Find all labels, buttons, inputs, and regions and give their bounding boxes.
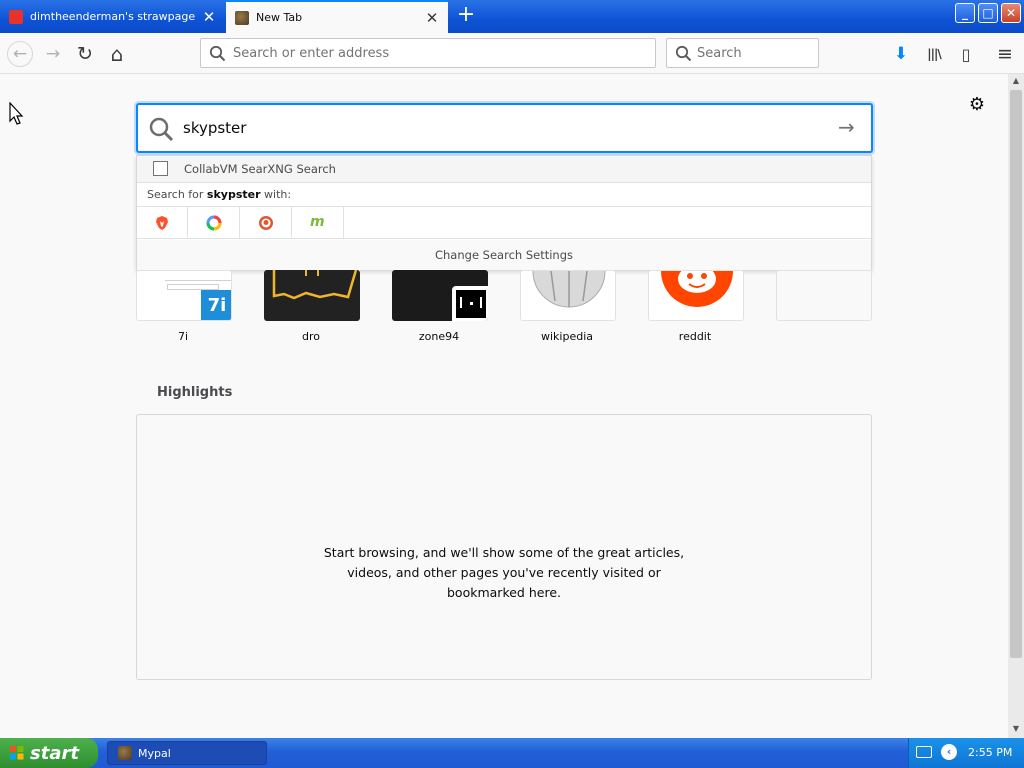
scroll-down-arrow-icon[interactable]: ▼: [1010, 724, 1022, 736]
search-for-suffix: with:: [260, 188, 292, 201]
mypal-favicon-icon: [235, 10, 249, 25]
windows-logo-icon: [10, 746, 24, 760]
minimize-button[interactable]: _: [955, 3, 975, 23]
new-tab-button[interactable]: +: [455, 4, 477, 27]
duckduckgo-icon: [259, 216, 273, 230]
top-site-label: zone94: [418, 330, 460, 343]
engine-duckduckgo-button[interactable]: [240, 207, 292, 239]
change-search-settings-button[interactable]: Change Search Settings: [137, 240, 871, 270]
engine-qwant-button[interactable]: [188, 207, 240, 239]
maximize-button[interactable]: □: [978, 3, 998, 23]
start-button[interactable]: start: [0, 738, 98, 768]
brave-icon: [156, 216, 168, 230]
top-site-dro[interactable]: [264, 270, 360, 321]
top-site-label: reddit: [678, 330, 712, 343]
qwant-icon: [206, 215, 222, 231]
engine-mojeek-button[interactable]: m: [292, 207, 344, 239]
settings-gear-icon[interactable]: ⚙: [966, 94, 988, 116]
highlights-message-line: videos, and other pages you've recently …: [347, 565, 661, 580]
scroll-up-arrow-icon[interactable]: ▲: [1010, 76, 1022, 88]
top-site-empty[interactable]: [776, 270, 872, 321]
start-label: start: [30, 742, 79, 764]
search-engines-row: m: [137, 206, 871, 239]
search-icon: [209, 45, 226, 62]
downloads-button[interactable]: ⬇: [890, 43, 912, 65]
wikipedia-globe-icon: [532, 271, 606, 308]
close-window-button[interactable]: ✕: [1001, 3, 1021, 23]
taskbar-window-mypal[interactable]: Mypal: [107, 741, 267, 765]
forward-button[interactable]: →: [42, 43, 64, 65]
top-site-reddit[interactable]: [648, 270, 744, 321]
top-site-7i[interactable]: 7i: [136, 270, 232, 321]
search-icon: [675, 45, 692, 62]
tab-title: dimtheenderman's strawpage: [30, 10, 196, 23]
highlights-empty-message: Start browsing, and we'll show some of t…: [137, 543, 871, 603]
search-for-query: skypster: [206, 188, 261, 201]
back-button[interactable]: ←: [7, 41, 33, 67]
search-query-text: skypster: [183, 119, 247, 137]
highlights-panel: Start browsing, and we'll show some of t…: [136, 414, 872, 680]
taskbar-window-label: Mypal: [138, 746, 171, 760]
top-site-wikipedia[interactable]: [520, 270, 616, 321]
reload-button[interactable]: ↻: [74, 43, 96, 65]
tab-title: New Tab: [256, 11, 303, 24]
newtab-search-box[interactable]: skypster →: [136, 103, 873, 153]
keyboard-icon[interactable]: [916, 746, 932, 758]
sidebar-button[interactable]: ▯: [955, 43, 977, 65]
mojeek-icon: m: [310, 214, 325, 230]
close-tab-icon[interactable]: ✕: [201, 8, 217, 26]
suggestion-row[interactable]: CollabVM SearXNG Search: [137, 156, 871, 182]
tab-strawpage[interactable]: dimtheenderman's strawpage ✕: [0, 0, 225, 33]
search-go-button[interactable]: →: [838, 115, 855, 139]
mouse-cursor-icon: [9, 102, 24, 125]
library-button[interactable]: |||\: [923, 43, 945, 65]
top-site-label: dro: [302, 330, 320, 343]
close-tab-icon[interactable]: ✕: [424, 9, 440, 27]
top-site-zone94[interactable]: [392, 270, 488, 321]
home-button[interactable]: ⌂: [106, 42, 128, 66]
suggestion-label: CollabVM SearXNG Search: [184, 162, 336, 176]
url-bar[interactable]: Search or enter address: [200, 38, 656, 68]
site-7i-badge: 7i: [201, 290, 231, 320]
search-suggestions-dropdown: CollabVM SearXNG Search Search for skyps…: [136, 155, 872, 270]
top-site-label: 7i: [177, 330, 189, 343]
highlights-title: Highlights: [157, 385, 233, 400]
dro-thumbnail: [272, 270, 358, 300]
search-placeholder: Search: [697, 46, 742, 61]
mypal-icon: [118, 746, 132, 760]
taskbar-clock: 2:55 PM: [968, 746, 1013, 759]
tab-new-tab[interactable]: New Tab ✕: [226, 0, 448, 33]
highlights-message-line: Start browsing, and we'll show some of t…: [323, 545, 685, 560]
tray-expand-icon[interactable]: ‹: [941, 744, 957, 760]
scrollbar-thumb[interactable]: [1010, 90, 1022, 658]
search-bar[interactable]: Search: [666, 38, 819, 68]
search-for-header: Search for skypster with:: [137, 182, 871, 206]
search-for-prefix: Search for: [147, 188, 207, 201]
highlights-message-line: bookmarked here.: [447, 585, 561, 600]
strawpage-favicon-icon: [9, 9, 23, 24]
menu-button[interactable]: ≡: [994, 43, 1016, 65]
search-icon: [149, 117, 174, 142]
top-site-label: wikipedia: [540, 330, 593, 343]
engine-brave-button[interactable]: [137, 207, 188, 239]
change-settings-label: Change Search Settings: [434, 248, 574, 262]
url-placeholder: Search or enter address: [233, 46, 390, 61]
checkbox-icon: [153, 161, 168, 176]
reddit-icon: [661, 271, 733, 307]
